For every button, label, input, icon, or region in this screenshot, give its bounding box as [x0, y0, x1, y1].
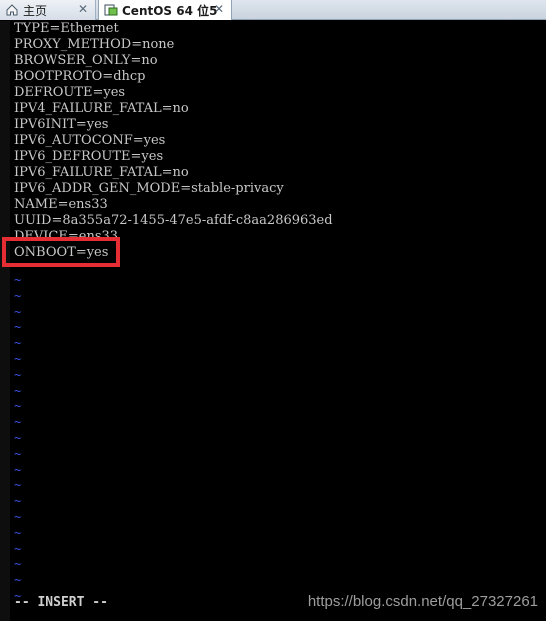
tab-vm-label: CentOS 64 位5	[122, 3, 218, 18]
empty-line-marker: ~	[14, 367, 22, 382]
empty-line-marker: ~	[14, 541, 22, 556]
empty-line-markers: ~ ~ ~ ~ ~ ~ ~ ~ ~ ~ ~ ~ ~ ~ ~ ~ ~ ~ ~ ~ ~	[14, 273, 21, 605]
highlight-box	[2, 237, 120, 267]
empty-line-marker: ~	[14, 304, 22, 319]
empty-line-marker: ~	[14, 351, 22, 366]
config-line: BROWSER_ONLY=no	[14, 53, 158, 68]
config-line: UUID=8a355a72-1455-47e5-afdf-c8aa286963e…	[14, 213, 333, 228]
empty-line-marker: ~	[14, 383, 22, 398]
empty-line-marker: ~	[14, 494, 22, 509]
config-line: PROXY_METHOD=none	[14, 37, 175, 52]
mode-status: -- INSERT --	[14, 595, 108, 610]
empty-line-marker: ~	[14, 399, 22, 414]
file-content: TYPE=Ethernet PROXY_METHOD=none BROWSER_…	[14, 21, 333, 261]
empty-line-marker: ~	[14, 430, 22, 445]
empty-line-marker: ~	[14, 415, 22, 430]
empty-line-marker: ~	[14, 557, 22, 572]
tab-home[interactable]: 主页 ✕	[0, 0, 96, 20]
terminal-left-edge	[0, 21, 10, 621]
config-line: IPV6_ADDR_GEN_MODE=stable-privacy	[14, 181, 284, 196]
empty-line-marker: ~	[14, 478, 22, 493]
config-line: IPV6_FAILURE_FATAL=no	[14, 165, 189, 180]
vm-console-window: 主页 ✕ CentOS 64 位5 ✕ TYPE=Ethernet PROXY_…	[0, 0, 546, 621]
empty-line-marker: ~	[14, 462, 22, 477]
vm-icon	[104, 4, 118, 16]
config-line: IPV6_DEFROUTE=yes	[14, 149, 164, 164]
close-icon[interactable]: ✕	[77, 3, 89, 15]
empty-line-marker: ~	[14, 336, 22, 351]
tab-centos-vm[interactable]: CentOS 64 位5 ✕	[98, 0, 232, 20]
empty-line-marker: ~	[14, 288, 22, 303]
config-line: TYPE=Ethernet	[14, 21, 119, 36]
tab-home-label: 主页	[23, 3, 48, 18]
config-line: IPV6_AUTOCONF=yes	[14, 133, 166, 148]
config-line: NAME=ens33	[14, 197, 108, 212]
tab-bar: 主页 ✕ CentOS 64 位5 ✕	[0, 0, 546, 20]
empty-line-marker: ~	[14, 573, 22, 588]
empty-line-marker: ~	[14, 509, 22, 524]
config-line: IPV6INIT=yes	[14, 117, 109, 132]
empty-line-marker: ~	[14, 273, 22, 287]
empty-line-marker: ~	[14, 525, 22, 540]
empty-line-marker: ~	[14, 446, 22, 461]
config-line: IPV4_FAILURE_FATAL=no	[14, 101, 189, 116]
config-line: BOOTPROTO=dhcp	[14, 69, 146, 84]
config-line: DEFROUTE=yes	[14, 85, 126, 100]
terminal-screen[interactable]: TYPE=Ethernet PROXY_METHOD=none BROWSER_…	[0, 21, 546, 621]
watermark: https://blog.csdn.net/qq_27327261	[307, 593, 538, 610]
close-icon[interactable]: ✕	[213, 3, 225, 15]
empty-line-marker: ~	[14, 320, 22, 335]
home-icon	[6, 4, 18, 16]
